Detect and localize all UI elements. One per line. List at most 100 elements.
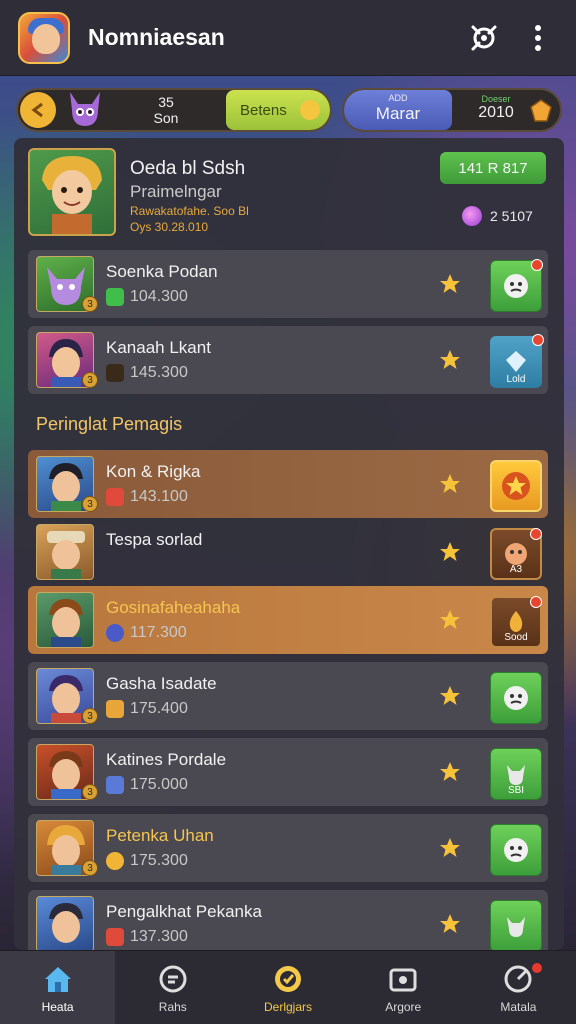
action-button[interactable]	[490, 259, 543, 312]
orb-icon	[462, 206, 482, 226]
player-score: 117.300	[106, 624, 187, 642]
coin-icon	[300, 100, 320, 120]
notification-badge	[531, 259, 543, 271]
player-name: Kon & Rigka	[106, 462, 201, 481]
player-score-value: 104.300	[130, 288, 188, 305]
compass-icon	[106, 624, 124, 642]
face-icon	[504, 274, 528, 298]
currency-pill-right[interactable]: ADD Marar Doeser 2010	[342, 88, 562, 132]
level-badge: 3	[82, 496, 98, 512]
level-badge: 3	[82, 372, 98, 388]
star-icon	[440, 914, 460, 933]
app-title: Nomniaesan	[88, 24, 225, 50]
star-icon	[440, 762, 460, 781]
face-icon	[504, 686, 528, 710]
shop-icon	[389, 968, 417, 991]
leaderboard-row[interactable]: 3 Petenka Uhan 175.300	[28, 814, 548, 882]
app-logo-icon[interactable]	[18, 11, 70, 64]
nav-label: Argore	[385, 999, 422, 1014]
player-score-value: 137.300	[130, 928, 188, 945]
leaderboard-row[interactable]: 3 Soenka Podan 104.300	[28, 250, 548, 318]
nav-item-home[interactable]: Heata	[0, 951, 116, 1024]
leaderboard-row[interactable]: Pengalkhat Pekanka 137.300	[28, 890, 548, 958]
more-vertical-icon[interactable]	[518, 18, 558, 58]
crystal-icon	[506, 351, 526, 372]
blue-currency-label: Marar	[375, 104, 421, 123]
action-button[interactable]: SBI	[490, 748, 542, 800]
action-button[interactable]: A3	[490, 528, 542, 580]
featured-role: Praimelngar	[130, 182, 222, 201]
notification-badge	[530, 596, 542, 608]
player-score: 175.300	[106, 852, 188, 870]
featured-detail-1: Rawakatofahe. Soo Bl	[130, 204, 249, 218]
star-badge-icon	[502, 472, 530, 500]
nav-item-badges[interactable]: Derlgjars	[230, 951, 345, 1024]
gem-icon	[528, 98, 554, 124]
featured-points: 2 5107	[462, 206, 533, 226]
score-display: Doeser 2010	[466, 92, 526, 121]
star-icon	[440, 542, 460, 561]
level-badge: 3	[82, 296, 98, 312]
action-button[interactable]: Lold	[490, 334, 544, 388]
star-icon	[440, 610, 460, 629]
cat-mascot-icon	[62, 86, 108, 132]
featured-points-value: 2 5107	[490, 208, 533, 224]
cat-face-icon	[507, 917, 525, 937]
action-button[interactable]	[490, 672, 542, 724]
green-currency-button[interactable]: Betens	[226, 90, 330, 130]
nav-item-shop[interactable]: Argore	[346, 951, 461, 1024]
action-button[interactable]	[490, 460, 542, 512]
player-score: 175.000	[106, 776, 188, 794]
action-label: Sood	[504, 632, 528, 643]
player-name: Petenka Uhan	[106, 826, 214, 845]
currency-stack: 35 Son	[126, 94, 206, 126]
featured-detail-2: Oys 30.28.010	[130, 220, 209, 234]
currency-pill-left[interactable]: 35 Son Betens	[16, 88, 332, 132]
avatar	[36, 592, 94, 648]
player-name: Gasha Isadate	[106, 674, 217, 693]
nav-label: Derlgjars	[264, 999, 313, 1014]
player-score-value: 143.100	[130, 488, 188, 505]
featured-portrait	[28, 148, 116, 236]
leaderboard-row[interactable]: Gosinafaheahaha 117.300 Sood	[28, 586, 548, 654]
featured-tag-button[interactable]: 141 R 817	[440, 152, 546, 184]
action-button[interactable]	[490, 900, 542, 952]
player-score-value: 117.300	[130, 624, 187, 641]
action-label: Lold	[506, 374, 526, 385]
action-button[interactable]	[490, 824, 542, 876]
nav-label: Rahs	[158, 999, 187, 1014]
boost-icon	[106, 700, 124, 718]
player-name: Pengalkhat Pekanka	[106, 902, 262, 921]
feather-icon	[106, 364, 124, 382]
level-badge: 3	[82, 784, 98, 800]
leaderboard-row[interactable]: 3 Kanaah Lkant 145.300 Lold	[28, 326, 548, 394]
nav-label: Matala	[500, 999, 537, 1014]
player-score: 104.300	[106, 288, 188, 306]
notification-badge	[532, 334, 544, 346]
nav-item-chat[interactable]: Rahs	[115, 951, 230, 1024]
player-score: 145.300	[106, 364, 188, 382]
leaderboard-row[interactable]: Tespa sorlad A3	[28, 518, 548, 586]
player-name: Gosinafaheahaha	[106, 598, 241, 617]
share-icon[interactable]	[464, 18, 504, 58]
score-value: 2010	[478, 104, 514, 121]
leaderboard-row[interactable]: 3 Kon & Rigka 143.100	[28, 450, 548, 518]
section-title: Peringlat Pemagis	[36, 414, 183, 434]
nav-item-settings[interactable]: Matala	[461, 951, 576, 1024]
back-arrow-icon[interactable]	[20, 92, 56, 128]
face-icon	[504, 838, 528, 862]
chest-icon	[106, 928, 124, 946]
green-currency-label: Betens	[240, 101, 287, 119]
notification-dot	[532, 963, 543, 973]
featured-player-card[interactable]: Oeda bl Sdsh Praimelngar Rawakatofahe. S…	[28, 148, 548, 240]
leaderboard-row[interactable]: 3 Gasha Isadate 175.400	[28, 662, 548, 730]
action-button[interactable]: Sood	[490, 596, 542, 648]
blue-currency-button[interactable]: ADD Marar	[344, 90, 452, 130]
player-score-value: 175.400	[130, 700, 188, 717]
bottom-navigation: Heata Rahs Derlgjars Argore Matala	[0, 950, 576, 1024]
player-name: Tespa sorlad	[106, 530, 203, 549]
avatar	[36, 524, 94, 580]
sword-icon	[106, 776, 124, 794]
player-name: Soenka Podan	[106, 262, 218, 281]
leaderboard-row[interactable]: 3 Katines Pordale 175.000 SBI	[28, 738, 548, 806]
